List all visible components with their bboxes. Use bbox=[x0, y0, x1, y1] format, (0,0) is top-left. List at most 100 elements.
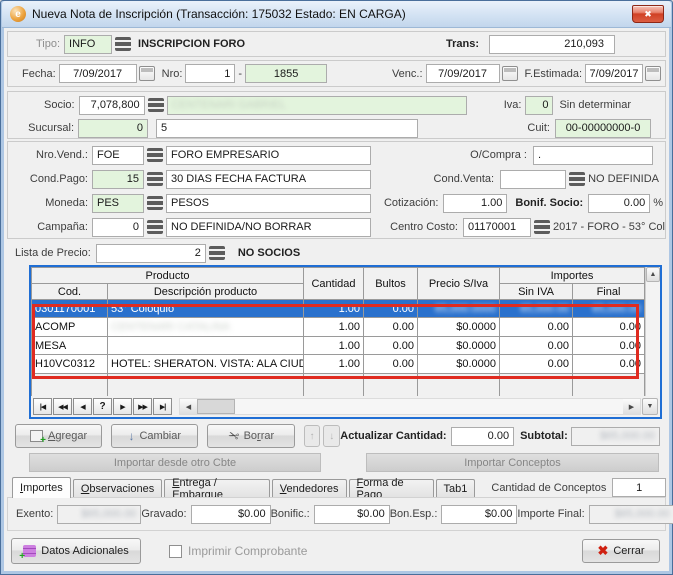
nav-next-page-button[interactable]: ▶▶ bbox=[133, 398, 152, 415]
venc-label: Venc.: bbox=[392, 68, 423, 80]
scrollbar-thumb[interactable] bbox=[197, 399, 235, 414]
vertical-scrollbar[interactable]: ▲ bbox=[645, 267, 660, 396]
nav-next-button[interactable]: ▶ bbox=[113, 398, 132, 415]
iva-description: Sin determinar bbox=[559, 99, 631, 111]
nav-search-button[interactable]: ? bbox=[93, 398, 112, 415]
sucursal-field[interactable]: 0 bbox=[78, 119, 148, 138]
calendar-icon[interactable] bbox=[502, 66, 518, 81]
importe-final-label: Importe Final: bbox=[517, 508, 584, 520]
tab-tab1[interactable]: Tab1 bbox=[436, 479, 476, 498]
database-icon: + bbox=[23, 545, 36, 557]
bonifsocio-field[interactable]: 0.00 bbox=[588, 194, 650, 213]
nro-serie-field[interactable]: 1 bbox=[185, 64, 235, 83]
tab-entrega-embarque[interactable]: Entrega / Embarque bbox=[164, 479, 270, 498]
dialog-window: e Nueva Nota de Inscripción (Transacción… bbox=[0, 0, 673, 575]
calendar-icon[interactable] bbox=[139, 66, 155, 81]
importar-conceptos-button[interactable]: Importar Conceptos bbox=[366, 453, 659, 472]
list-icon[interactable] bbox=[569, 172, 585, 186]
cuit-label: Cuit: bbox=[527, 122, 550, 134]
list-icon[interactable] bbox=[115, 37, 131, 51]
cantidad-conceptos-field[interactable]: 1 bbox=[612, 478, 666, 497]
table-row[interactable]: H10VC0312 HOTEL: SHERATON. VISTA: ALA CI… bbox=[32, 355, 645, 373]
sucursal-description-field: 5 bbox=[156, 119, 418, 138]
importar-cbte-button[interactable]: Importar desde otro Cbte bbox=[29, 453, 321, 472]
datos-adicionales-label: Datos Adicionales bbox=[41, 545, 128, 557]
list-icon[interactable] bbox=[148, 98, 164, 112]
list-icon[interactable] bbox=[147, 148, 163, 162]
table-row[interactable]: MESA 1.00 0.00 $0.0000 0.00 0.00 bbox=[32, 336, 645, 354]
tipo-field[interactable]: INFO bbox=[64, 35, 112, 54]
list-icon[interactable] bbox=[147, 172, 163, 186]
col-bultos: Bultos bbox=[364, 268, 418, 300]
list-icon[interactable] bbox=[209, 246, 225, 260]
table-row[interactable]: 0301170001 53° Coloquio 1.00 0.00 65,000… bbox=[32, 300, 645, 318]
actualizar-label: Actualizar Cantidad: bbox=[340, 430, 446, 442]
scroll-left-button[interactable]: ◀ bbox=[180, 399, 197, 414]
condpago-field[interactable]: 15 bbox=[92, 170, 144, 189]
nav-prior-page-button[interactable]: ◀◀ bbox=[53, 398, 72, 415]
scroll-up-button[interactable]: ▲ bbox=[646, 267, 660, 282]
tab-vendedores[interactable]: Vendedores bbox=[272, 479, 347, 498]
cerrar-button[interactable]: ✖ Cerrar bbox=[582, 539, 660, 563]
move-down-button[interactable]: ↓ bbox=[323, 425, 340, 447]
tab-observaciones[interactable]: Observaciones bbox=[73, 479, 162, 498]
list-icon[interactable] bbox=[534, 220, 550, 234]
bonesp-field[interactable]: $0.00 bbox=[441, 505, 517, 524]
close-button[interactable]: ✖ bbox=[632, 5, 664, 23]
agregar-label: Agregar bbox=[48, 430, 87, 442]
socio-label: Socio: bbox=[44, 99, 75, 111]
socio-field[interactable]: 7,078,800 bbox=[79, 96, 145, 115]
festimada-field[interactable]: 7/09/2017 bbox=[585, 64, 643, 83]
imprimir-checkbox[interactable] bbox=[169, 545, 182, 558]
header-row-1: Producto Cantidad Bultos Precio S/Iva Im… bbox=[32, 268, 645, 284]
cell-cod: ACOMP bbox=[32, 318, 108, 336]
move-up-button[interactable]: ↑ bbox=[304, 425, 321, 447]
actualizar-field[interactable]: 0.00 bbox=[451, 427, 514, 446]
ocompra-field[interactable]: . bbox=[533, 146, 653, 165]
nro-numero-field[interactable]: 1855 bbox=[245, 64, 327, 83]
trans-field[interactable]: 210,093 bbox=[489, 35, 615, 54]
centrocosto-field[interactable]: 01170001 bbox=[463, 218, 531, 237]
fecha-field[interactable]: 7/09/2017 bbox=[59, 64, 137, 83]
tab-forma-de-pago[interactable]: Forma de Pago bbox=[349, 479, 434, 498]
tab-importes[interactable]: Importes bbox=[12, 477, 71, 498]
col-cod: Cod. bbox=[32, 284, 108, 300]
calendar-icon[interactable] bbox=[645, 66, 661, 81]
nrovend-field[interactable]: FOE bbox=[92, 146, 144, 165]
scroll-down-button[interactable]: ▼ bbox=[642, 398, 658, 415]
condventa-field[interactable] bbox=[500, 170, 566, 189]
subtotal-label: Subtotal: bbox=[520, 430, 568, 442]
ocompra-label: O/Compra : bbox=[470, 149, 527, 161]
cotizacion-field[interactable]: 1.00 bbox=[443, 194, 507, 213]
bonific-field[interactable]: $0.00 bbox=[314, 505, 390, 524]
list-icon[interactable] bbox=[147, 220, 163, 234]
venc-field[interactable]: 7/09/2017 bbox=[426, 64, 500, 83]
cambiar-button[interactable]: ↓ Cambiar bbox=[111, 424, 198, 448]
datos-adicionales-button[interactable]: + Datos Adicionales bbox=[11, 538, 141, 564]
footer: + Datos Adicionales Imprimir Comprobante… bbox=[7, 537, 666, 565]
cuit-field[interactable]: 00-00000000-0 bbox=[555, 119, 651, 138]
list-icon[interactable] bbox=[147, 196, 163, 210]
empty-row bbox=[32, 373, 645, 396]
cell-cantidad: 1.00 bbox=[304, 300, 364, 318]
cell-precio: $0.0000 bbox=[418, 336, 500, 354]
gravado-field[interactable]: $0.00 bbox=[191, 505, 271, 524]
cell-final: 0.00 bbox=[573, 355, 645, 373]
listaprecio-field[interactable]: 2 bbox=[96, 244, 206, 263]
nav-last-button[interactable]: ▶| bbox=[153, 398, 172, 415]
iva-field[interactable]: 0 bbox=[525, 96, 553, 115]
agregar-button[interactable]: + Agregar bbox=[15, 424, 102, 448]
scroll-right-button[interactable]: ▶ bbox=[623, 399, 640, 414]
exento-label: Exento: bbox=[16, 508, 53, 520]
table-row[interactable]: ACOMP CENTENARI CATALINA 1.00 0.00 $0.00… bbox=[32, 318, 645, 336]
nav-prior-button[interactable]: ◀ bbox=[73, 398, 92, 415]
nav-first-button[interactable]: |◀ bbox=[33, 398, 52, 415]
borrar-button[interactable]: ✂ Borrar bbox=[207, 424, 294, 448]
campana-field[interactable]: 0 bbox=[92, 218, 144, 237]
condventa-label: Cond.Venta: bbox=[434, 173, 495, 185]
horizontal-scrollbar[interactable]: ◀ ▶ bbox=[179, 398, 641, 415]
cell-precio: $0.0000 bbox=[418, 355, 500, 373]
moneda-field[interactable]: PES bbox=[92, 194, 144, 213]
lista-precio-row: Lista de Precio: 2 NO SOCIOS bbox=[7, 242, 666, 264]
cell-desc: 53° Coloquio bbox=[108, 300, 304, 318]
